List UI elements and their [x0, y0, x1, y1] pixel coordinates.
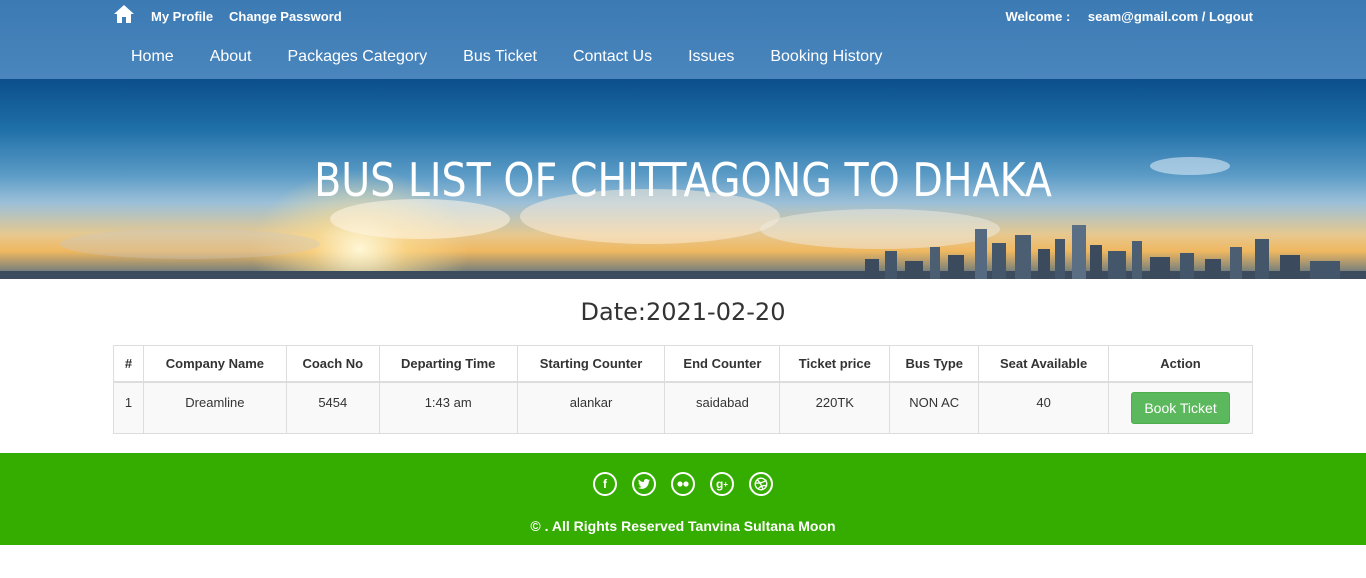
col-header-departing-time: Departing Time [378, 345, 518, 383]
welcome-area: Welcome : seam@gmail.com / Logout [1006, 9, 1254, 24]
cell-departing-time: 1:43 am [378, 381, 518, 434]
nav-bus-ticket[interactable]: Bus Ticket [445, 36, 555, 79]
twitter-icon[interactable] [632, 472, 656, 496]
cell-coach: 5454 [285, 381, 380, 434]
google-plus-icon[interactable]: g + [710, 472, 734, 496]
cell-starting-counter: alankar [516, 381, 666, 434]
main-nav: Home About Packages Category Bus Ticket … [113, 36, 900, 79]
col-header-seat-available: Seat Available [978, 345, 1110, 383]
nav-issues[interactable]: Issues [670, 36, 752, 79]
book-ticket-button[interactable]: Book Ticket [1131, 391, 1230, 424]
nav-packages-category[interactable]: Packages Category [270, 36, 446, 79]
dribbble-icon[interactable] [749, 472, 773, 496]
top-header: My Profile Change Password Welcome : sea… [0, 0, 1366, 79]
cell-number: 1 [113, 381, 144, 434]
col-header-number: # [113, 345, 144, 383]
cell-ticket-price: 220TK [779, 381, 891, 434]
top-row: My Profile Change Password Welcome : sea… [113, 0, 1253, 36]
city-skyline [0, 225, 1366, 279]
bus-list-table: # Company Name Coach No Departing Time S… [113, 345, 1253, 434]
nav-home[interactable]: Home [113, 36, 192, 79]
col-header-company: Company Name [142, 345, 287, 383]
col-header-ticket-price: Ticket price [779, 345, 891, 383]
welcome-label: Welcome : [1005, 9, 1071, 24]
cell-end-counter: saidabad [664, 381, 781, 434]
col-header-starting-counter: Starting Counter [516, 345, 666, 383]
change-password-link[interactable]: Change Password [229, 9, 342, 24]
flickr-icon[interactable] [671, 472, 695, 496]
table-row: 1 Dreamline 5454 1:43 am alankar saidaba… [113, 381, 1253, 434]
journey-date: Date:2021-02-20 [580, 298, 786, 326]
page-title: BUS LIST OF CHITTAGONG TO DHAKA [314, 153, 1052, 207]
col-header-action: Action [1108, 345, 1253, 383]
col-header-end-counter: End Counter [664, 345, 781, 383]
nav-about[interactable]: About [192, 36, 270, 79]
user-logout-link[interactable]: seam@gmail.com / Logout [1088, 9, 1253, 24]
social-icons: f g + [0, 472, 1366, 496]
facebook-icon[interactable]: f [593, 472, 617, 496]
nav-booking-history[interactable]: Booking History [752, 36, 900, 79]
cell-seat-available: 40 [978, 381, 1110, 434]
hero-banner: BUS LIST OF CHITTAGONG TO DHAKA [0, 79, 1366, 279]
footer: f g + © . All Rights Reserved Tanvina Sul… [0, 453, 1366, 545]
col-header-bus-type: Bus Type [889, 345, 980, 383]
my-profile-link[interactable]: My Profile [151, 9, 213, 24]
col-header-coach: Coach No [285, 345, 380, 383]
nav-contact-us[interactable]: Contact Us [555, 36, 670, 79]
table-header-row: # Company Name Coach No Departing Time S… [113, 345, 1253, 383]
cell-bus-type: NON AC [889, 381, 980, 434]
cell-action: Book Ticket [1108, 381, 1253, 434]
home-icon[interactable] [113, 4, 135, 24]
copyright-text: © . All Rights Reserved Tanvina Sultana … [530, 518, 836, 534]
cell-company: Dreamline [142, 381, 287, 434]
